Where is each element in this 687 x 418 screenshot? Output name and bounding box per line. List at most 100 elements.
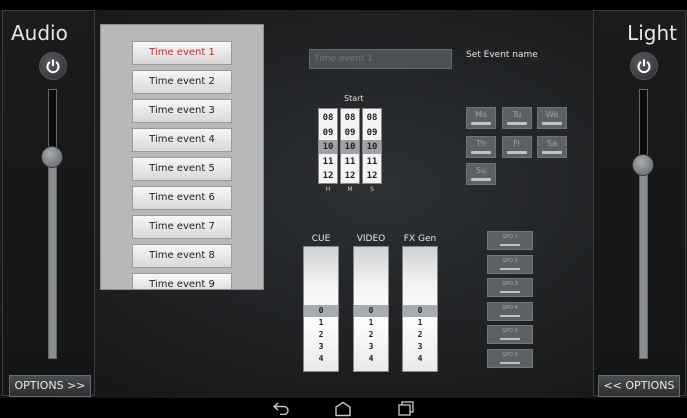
power-icon xyxy=(637,59,651,74)
time-value: 08 xyxy=(322,113,334,123)
light-panel: Light << OPTIONS xyxy=(593,10,686,397)
status-bar xyxy=(0,0,687,10)
wheel-value: 1 xyxy=(368,318,374,327)
gpo-indicator xyxy=(500,244,520,246)
light-options-button[interactable]: << OPTIONS xyxy=(598,375,680,397)
day-label: Fr xyxy=(513,139,521,148)
light-power-button[interactable] xyxy=(630,52,658,80)
wheel-value: 4 xyxy=(417,354,423,363)
gpo-button-1[interactable]: GPO 1 xyxy=(487,231,533,250)
audio-power-button[interactable] xyxy=(39,52,67,80)
wheel-label: FX Gen xyxy=(403,234,437,244)
time-value: 12 xyxy=(366,171,378,181)
day-indicator xyxy=(507,122,527,125)
set-event-name-label: Set Event name xyxy=(466,50,538,60)
time-column-label: H xyxy=(325,186,331,193)
time-value: 11 xyxy=(366,156,378,167)
time-event-item[interactable]: Time event 8 xyxy=(132,244,232,268)
gpo-label: GPO 5 xyxy=(502,328,518,334)
wheel-value: 1 xyxy=(417,318,423,327)
time-event-item[interactable]: Time event 2 xyxy=(132,70,232,94)
time-event-item[interactable]: Time event 9 xyxy=(132,273,232,289)
day-label: Mo xyxy=(475,110,487,119)
wheel-value: 3 xyxy=(318,342,324,351)
light-slider-track[interactable] xyxy=(639,89,648,359)
audio-panel: Audio OPTIONS >> xyxy=(2,10,95,397)
audio-options-button[interactable]: OPTIONS >> xyxy=(9,375,91,397)
day-button-we[interactable]: We xyxy=(537,107,567,129)
day-button-mo[interactable]: Mo xyxy=(466,107,496,129)
time-value: 08 xyxy=(366,113,378,123)
day-button-tu[interactable]: Tu xyxy=(502,107,532,129)
event-name-input[interactable] xyxy=(309,49,452,69)
time-value: 10 xyxy=(341,140,359,154)
gpo-label: GPO 3 xyxy=(502,281,518,287)
recent-apps-icon[interactable] xyxy=(397,401,415,416)
time-value: 11 xyxy=(344,156,356,167)
wheel-value: 3 xyxy=(368,342,374,351)
day-label: We xyxy=(545,110,559,119)
home-icon[interactable] xyxy=(334,401,352,417)
audio-title: Audio xyxy=(11,21,68,45)
day-indicator xyxy=(471,122,491,125)
gpo-button-5[interactable]: GPO 5 xyxy=(487,325,533,344)
wheel-value: 0 xyxy=(403,305,437,317)
day-button-th[interactable]: Th xyxy=(466,136,496,158)
wheel-value: 3 xyxy=(417,342,423,351)
day-button-fr[interactable]: Fr xyxy=(502,136,532,158)
time-event-item[interactable]: Time event 7 xyxy=(132,215,232,239)
wheel-value: 0 xyxy=(304,305,338,317)
time-value: 10 xyxy=(363,140,381,154)
time-column-s[interactable]: 08 09 10 11 12 xyxy=(362,108,382,184)
gpo-button-4[interactable]: GPO 4 xyxy=(487,301,533,321)
gpo-indicator xyxy=(500,361,520,364)
day-indicator xyxy=(507,151,527,154)
time-column-label: S xyxy=(370,186,374,193)
day-button-sa[interactable]: Sa xyxy=(537,136,567,158)
audio-slider-track[interactable] xyxy=(48,89,57,359)
day-label: Su xyxy=(475,166,487,175)
time-column-h[interactable]: 08 09 10 11 12 xyxy=(318,108,338,184)
wheel-value: 2 xyxy=(417,330,423,339)
time-event-item[interactable]: Time event 5 xyxy=(132,157,232,181)
app-window: Audio OPTIONS >> Light << OPTIONS Time e… xyxy=(0,0,687,418)
day-indicator xyxy=(542,122,562,125)
start-label: Start xyxy=(344,94,364,103)
day-button-su[interactable]: Su xyxy=(466,163,496,185)
wheel-fx-gen[interactable]: 01 2 3 4 xyxy=(402,246,438,372)
light-slider-fill xyxy=(640,163,647,358)
gpo-indicator xyxy=(500,291,520,293)
gpo-indicator xyxy=(500,267,520,270)
wheel-value: 4 xyxy=(368,354,374,363)
wheel-value: 2 xyxy=(318,330,324,339)
time-value: 12 xyxy=(344,171,356,181)
time-value: 09 xyxy=(366,127,378,138)
time-event-item-selected[interactable]: Time event 1 xyxy=(132,41,232,65)
day-label: Tu xyxy=(512,110,522,119)
time-value: 08 xyxy=(344,113,356,123)
gpo-button-2[interactable]: GPO 2 xyxy=(487,254,533,274)
time-event-item[interactable]: Time event 6 xyxy=(132,186,232,210)
wheel-value: 1 xyxy=(318,318,324,327)
day-label: Sa xyxy=(547,139,557,148)
light-slider-thumb[interactable] xyxy=(632,153,654,176)
audio-slider-thumb[interactable] xyxy=(41,145,63,168)
gpo-label: GPO 4 xyxy=(502,304,518,311)
time-column-m[interactable]: 08 09 10 11 12 xyxy=(340,108,360,184)
time-column-label: M xyxy=(347,186,353,193)
time-value: 09 xyxy=(322,127,334,138)
day-indicator xyxy=(471,178,491,181)
wheel-video[interactable]: 01 2 3 4 xyxy=(353,246,389,372)
gpo-label: GPO 6 xyxy=(502,351,518,358)
back-icon[interactable] xyxy=(272,401,290,415)
gpo-button-6[interactable]: GPO 6 xyxy=(487,348,533,368)
time-event-item[interactable]: Time event 3 xyxy=(132,99,232,123)
time-value: 11 xyxy=(322,156,334,167)
time-value: 12 xyxy=(322,171,334,181)
wheel-cue[interactable]: 01 2 3 4 xyxy=(303,246,339,372)
wheel-value: 2 xyxy=(368,330,374,339)
wheel-label: VIDEO xyxy=(356,234,386,244)
gpo-button-3[interactable]: GPO 3 xyxy=(487,278,533,297)
time-event-item[interactable]: Time event 4 xyxy=(132,128,232,152)
time-event-list[interactable]: Time event 1 Time event 2 Time event 3 Time… xyxy=(100,24,264,290)
